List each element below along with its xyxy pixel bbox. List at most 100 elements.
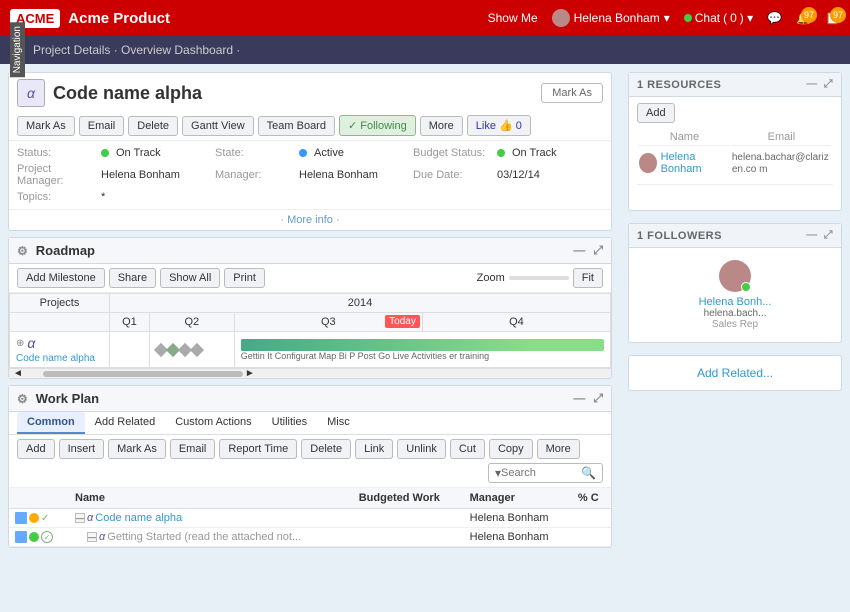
milestone-labels: Gettin It Configurat Map Bi P Post Go Li… <box>241 351 604 361</box>
col-icons <box>9 488 69 509</box>
search-input[interactable] <box>501 467 581 479</box>
manager-cell: Helena Bonham <box>464 509 572 528</box>
collapse-button-2[interactable]: — <box>87 532 97 542</box>
followers-controls: — ⤢ <box>806 229 833 242</box>
resources-expand-icon[interactable]: ⤢ <box>824 78 833 91</box>
scroll-right-icon[interactable]: ► <box>245 368 255 379</box>
user-menu[interactable]: Helena Bonham ▾ <box>552 9 670 27</box>
wp-more-button[interactable]: More <box>537 439 580 459</box>
state-field: State: Active <box>215 147 405 159</box>
gantt-bar-fill <box>241 339 532 351</box>
nav-right: Show Me Helena Bonham ▾ Chat (0) ▾ 💬 🔔97… <box>488 9 840 27</box>
follower-role: Sales Rep <box>712 319 758 330</box>
more-info-toggle[interactable]: · More info · <box>9 209 611 230</box>
like-button[interactable]: Like 👍 0 <box>467 115 531 136</box>
more-button[interactable]: More <box>420 116 463 136</box>
tab-misc[interactable]: Misc <box>317 412 360 434</box>
workplan-minimize-icon[interactable]: — <box>573 391 585 406</box>
mark-as-button[interactable]: Mark As <box>17 116 75 136</box>
followers-expand-icon[interactable]: ⤢ <box>824 229 833 242</box>
project-name-link[interactable]: Code name alpha <box>16 353 103 364</box>
add-related-button[interactable]: Add Related... <box>697 366 773 380</box>
roadmap-expand-icon[interactable]: ⤢ <box>593 243 603 258</box>
resource-name-link[interactable]: Helena Bonham <box>661 151 730 175</box>
fit-button[interactable]: Fit <box>573 268 603 288</box>
workplan-card: ⚙ Work Plan — ⤢ Common Add Related Custo… <box>8 385 612 548</box>
secondary-navbar: Navigation Project Details · Overview Da… <box>0 36 850 64</box>
breadcrumb: Project Details · Overview Dashboard · <box>33 43 240 57</box>
projects-col-header: Projects <box>10 294 110 313</box>
share-button[interactable]: Share <box>109 268 156 288</box>
tab-utilities[interactable]: Utilities <box>262 412 317 434</box>
scroll-thumb[interactable] <box>43 371 243 377</box>
workplan-expand-icon[interactable]: ⤢ <box>593 391 603 406</box>
follower-name[interactable]: Helena Bonh... <box>699 296 772 308</box>
add-resource-button[interactable]: Add <box>637 103 675 123</box>
wp-cut-button[interactable]: Cut <box>450 439 485 459</box>
follower-item: Helena Bonh... helena.bach... Sales Rep <box>637 254 833 336</box>
workplan-table-header: Name Budgeted Work Manager % C <box>9 488 611 509</box>
wp-insert-button[interactable]: Insert <box>59 439 105 459</box>
wp-delete-button[interactable]: Delete <box>301 439 351 459</box>
add-milestone-button[interactable]: Add Milestone <box>17 268 105 288</box>
team-board-button[interactable]: Team Board <box>258 116 335 136</box>
navigation-sidebar-toggle[interactable]: Navigation <box>10 22 25 77</box>
milestone-4[interactable] <box>190 342 204 356</box>
wp-add-button[interactable]: Add <box>17 439 55 459</box>
show-me-link[interactable]: Show Me <box>488 11 538 25</box>
workplan-toolbar: Add Insert Mark As Email Report Time Del… <box>9 435 611 488</box>
badge-1[interactable]: 🔔97 <box>796 11 811 25</box>
col-manager: Manager <box>464 488 572 509</box>
action-toolbar: Mark As Email Delete Gantt View Team Boa… <box>9 111 611 141</box>
expand-icon[interactable]: ⊕ <box>16 338 24 349</box>
resource-row: Helena Bonham helena.bachar@clarizen.co … <box>639 148 831 178</box>
row-name-cell: — α Code name alpha <box>69 509 353 528</box>
main-layout: α Code name alpha Mark As Mark As Email … <box>0 64 850 612</box>
show-all-button[interactable]: Show All <box>160 268 220 288</box>
following-button[interactable]: ✓ Following <box>339 115 416 136</box>
pct-cell-2 <box>572 528 611 547</box>
wp-copy-button[interactable]: Copy <box>489 439 533 459</box>
collapse-button[interactable]: — <box>75 513 85 523</box>
resources-minimize-icon[interactable]: — <box>806 78 818 91</box>
tab-custom-actions[interactable]: Custom Actions <box>165 412 261 434</box>
project-title-row: α Code name alpha Mark As <box>9 73 611 111</box>
followers-minimize-icon[interactable]: — <box>806 229 818 242</box>
scroll-left-icon[interactable]: ◄ <box>13 368 23 379</box>
right-panel: 1 RESOURCES — ⤢ Add Name Email <box>620 64 850 612</box>
wp-email-button[interactable]: Email <box>170 439 216 459</box>
resources-header: 1 RESOURCES — ⤢ <box>629 73 841 97</box>
wp-unlink-button[interactable]: Unlink <box>397 439 446 459</box>
roadmap-minimize-icon[interactable]: — <box>573 243 585 258</box>
budget-dot <box>497 149 505 157</box>
project-details-grid: Status: On Track State: Active Budget St… <box>9 141 611 209</box>
badge-2[interactable]: 📋97 <box>825 11 840 25</box>
q2-cell <box>149 332 234 368</box>
tab-common[interactable]: Common <box>17 412 85 434</box>
workplan-gear-icon[interactable]: ⚙ <box>17 392 28 406</box>
online-indicator <box>741 282 751 292</box>
wp-report-time-button[interactable]: Report Time <box>219 439 297 459</box>
delete-button[interactable]: Delete <box>128 116 178 136</box>
gantt-view-button[interactable]: Gantt View <box>182 116 254 136</box>
resource-name-cell: Helena Bonham <box>639 148 730 178</box>
notifications-icon[interactable]: 💬 <box>767 11 782 25</box>
zoom-slider[interactable] <box>509 276 569 280</box>
print-button[interactable]: Print <box>224 268 265 288</box>
properties-button[interactable]: Mark As <box>541 83 603 103</box>
tab-add-related[interactable]: Add Related <box>85 412 166 434</box>
budget-field: Budget Status: On Track <box>413 147 603 159</box>
roadmap-gear-icon[interactable]: ⚙ <box>17 244 28 258</box>
row-icon-3 <box>15 531 27 543</box>
wp-mark-as-button[interactable]: Mark As <box>108 439 166 459</box>
roadmap-scrollbar[interactable]: ◄ ► <box>9 368 611 378</box>
item-link-1[interactable]: Code name alpha <box>95 512 182 524</box>
email-button[interactable]: Email <box>79 116 125 136</box>
row-icons-cell-2: ✓ <box>9 528 69 547</box>
pct-cell <box>572 509 611 528</box>
row-icon-1 <box>15 512 27 524</box>
status-field: Status: On Track <box>17 147 207 159</box>
wp-link-button[interactable]: Link <box>355 439 393 459</box>
chat-link[interactable]: Chat (0) ▾ <box>684 11 753 25</box>
resource-email-cell: helena.bachar@clarizen.co m <box>732 148 831 178</box>
